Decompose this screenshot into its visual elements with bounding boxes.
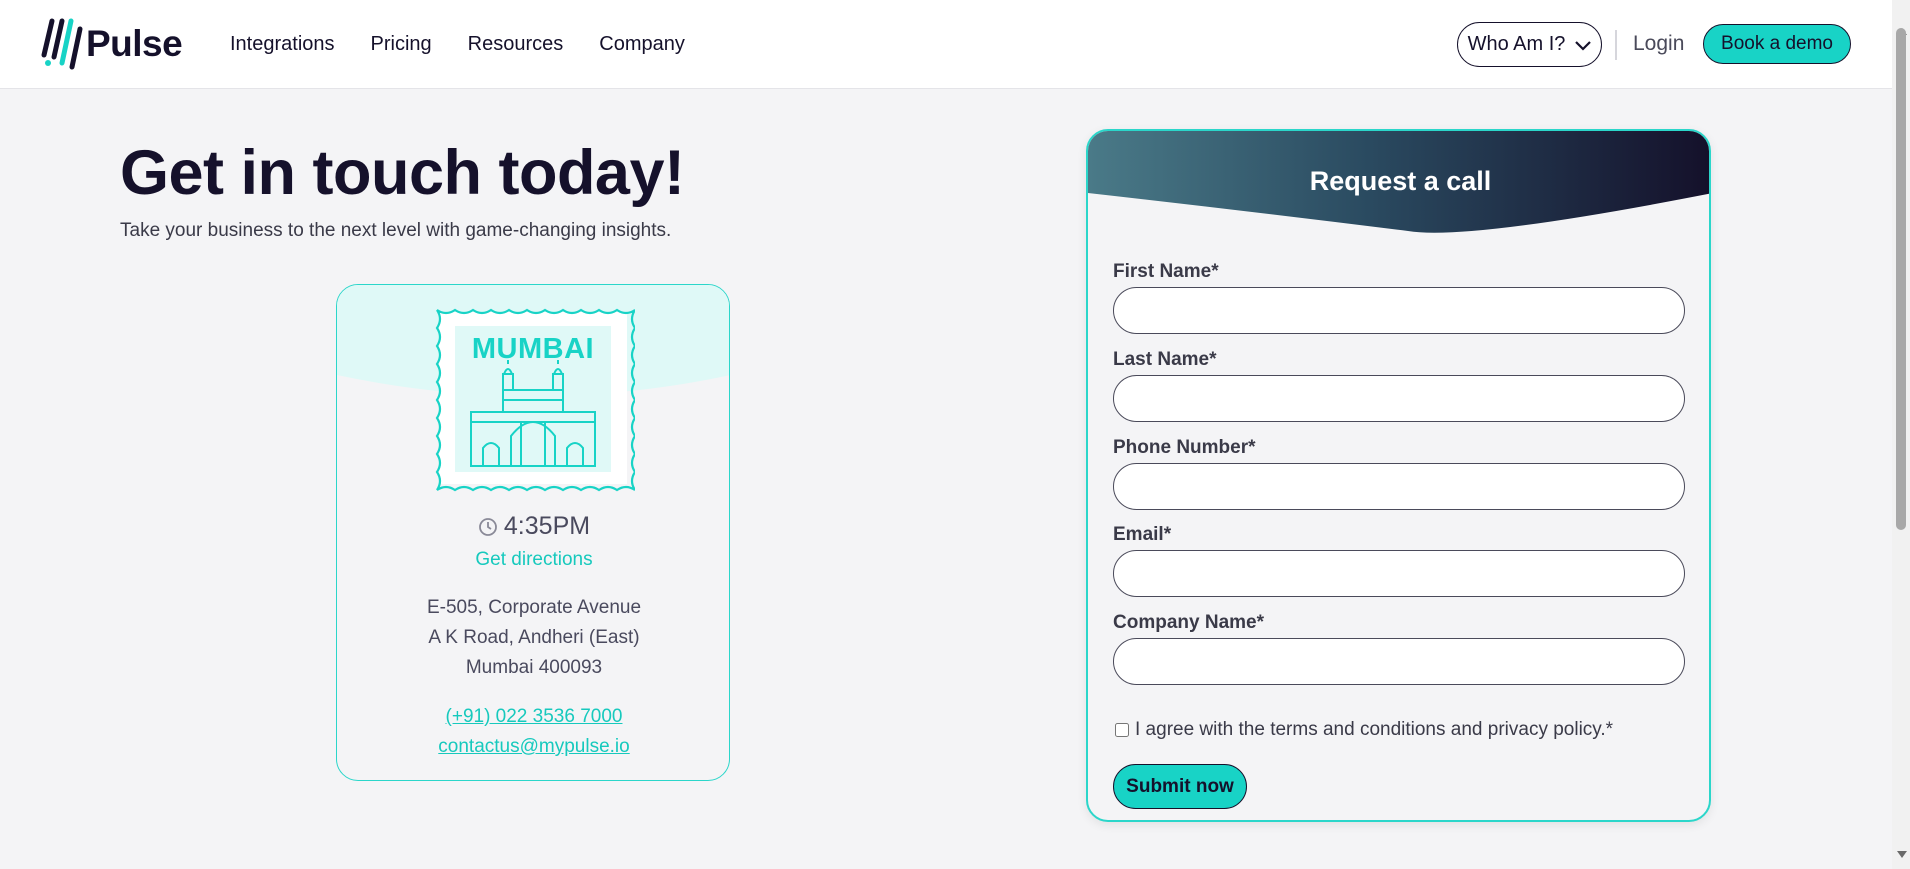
page-scrollbar[interactable] — [1892, 0, 1910, 869]
address-line-2: A K Road, Andheri (East) — [428, 627, 640, 648]
nav-item-pricing[interactable]: Pricing — [371, 30, 432, 58]
company-name-field[interactable] — [1113, 638, 1685, 685]
nav-item-resources[interactable]: Resources — [468, 30, 564, 58]
phone-number-label: Phone Number* — [1113, 437, 1256, 458]
clock-icon — [479, 517, 497, 536]
phone-link[interactable]: (+91) 022 3536 7000 — [337, 706, 729, 728]
last-name-label: Last Name* — [1113, 349, 1217, 370]
last-name-field[interactable] — [1113, 375, 1685, 422]
local-time: 4:35PM — [503, 512, 591, 540]
chevron-down-icon — [1575, 40, 1592, 51]
who-am-i-dropdown[interactable]: Who Am I? — [1457, 22, 1602, 67]
pulse-logo[interactable]: Pulse — [40, 17, 183, 71]
terms-agreement-row: I agree with the terms and conditions an… — [1115, 719, 1613, 741]
site-header: Pulse Integrations Pricing Resources Com… — [0, 0, 1892, 89]
email-label: Email* — [1113, 524, 1172, 545]
pulse-logo-icon — [41, 18, 83, 70]
get-directions-link[interactable]: Get directions — [337, 549, 729, 571]
address-line-3: Mumbai 400093 — [465, 657, 603, 678]
first-name-label: First Name* — [1113, 261, 1219, 282]
request-call-form: Request a call First Name* Last Name* Ph… — [1086, 129, 1711, 822]
company-name-label: Company Name* — [1113, 612, 1264, 633]
brand-name: Pulse — [86, 23, 183, 64]
page-subtitle: Take your business to the next level wit… — [120, 220, 672, 241]
office-card: MUMBAI 4:35PM Get directions E-505, Corp… — [336, 284, 730, 781]
nav-item-integrations[interactable]: Integrations — [230, 30, 335, 58]
login-link[interactable]: Login — [1633, 30, 1684, 58]
page-title: Get in touch today! — [120, 138, 685, 208]
terms-checkbox[interactable] — [1115, 723, 1129, 737]
form-title: Request a call — [1309, 166, 1492, 196]
city-name: MUMBAI — [471, 333, 595, 365]
email-link[interactable]: contactus@mypulse.io — [337, 736, 729, 758]
scroll-thumb[interactable] — [1896, 28, 1906, 530]
nav-item-company[interactable]: Company — [599, 30, 685, 58]
first-name-field[interactable] — [1113, 287, 1685, 334]
terms-label: I agree with the terms and conditions an… — [1135, 719, 1614, 740]
scroll-down-arrow-icon[interactable] — [1897, 851, 1907, 858]
address-line-1: E-505, Corporate Avenue — [426, 597, 642, 618]
email-field[interactable] — [1113, 550, 1685, 597]
local-time-row: 4:35PM — [337, 512, 729, 541]
submit-button[interactable]: Submit now — [1113, 764, 1247, 809]
nav-divider — [1615, 30, 1617, 60]
who-am-i-label: Who Am I? — [1467, 33, 1566, 55]
phone-number-field[interactable] — [1113, 463, 1685, 510]
main-nav: Integrations Pricing Resources Company — [230, 30, 721, 58]
book-demo-button[interactable]: Book a demo — [1703, 24, 1851, 64]
